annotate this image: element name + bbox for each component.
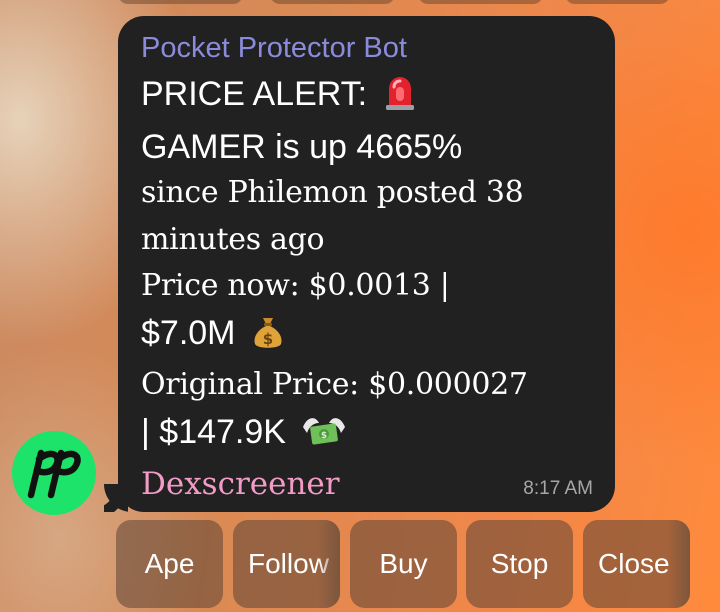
message-text: | $147.9K (141, 412, 286, 451)
previous-button-edge (565, 0, 670, 4)
follow-button[interactable]: Follow (233, 520, 340, 608)
message-text: $7.0M (141, 313, 236, 352)
money-with-wings-icon: $ (301, 413, 347, 462)
close-button[interactable]: Close (583, 520, 690, 608)
message-text: since Philemon posted 38 (141, 175, 524, 210)
ape-button[interactable]: Ape (116, 520, 223, 608)
svg-text:$: $ (263, 330, 273, 348)
money-bag-icon: $ (251, 314, 285, 363)
message-line: | $147.9K $ (141, 409, 593, 462)
inline-keyboard: Ape Follow Buy Stop Close (116, 520, 690, 608)
svg-text:$: $ (321, 431, 327, 441)
pocket-protector-logo-icon (27, 449, 81, 499)
message-text: Price now: $0.0013 | (141, 268, 450, 303)
message-text: GAMER is up 4665% (141, 127, 463, 166)
previous-button-edge (418, 0, 543, 4)
previous-button-edge (270, 0, 395, 4)
stop-button[interactable]: Stop (466, 520, 573, 608)
message-bubble: Pocket Protector Bot PRICE ALERT: GAMER … (118, 16, 615, 512)
message-timestamp: 8:17 AM (523, 478, 593, 499)
previous-button-edge (118, 0, 243, 4)
message-text: minutes ago (141, 221, 325, 257)
message-line: $7.0M $ (141, 310, 593, 363)
message-text: PRICE ALERT: (141, 75, 368, 113)
message-text: Original Price: $0.000027 (141, 367, 528, 402)
buy-button[interactable]: Buy (350, 520, 457, 608)
sender-name[interactable]: Pocket Protector Bot (141, 30, 593, 66)
message-line: PRICE ALERT: (141, 71, 593, 124)
police-light-icon (383, 75, 417, 124)
bot-avatar[interactable] (12, 431, 96, 515)
